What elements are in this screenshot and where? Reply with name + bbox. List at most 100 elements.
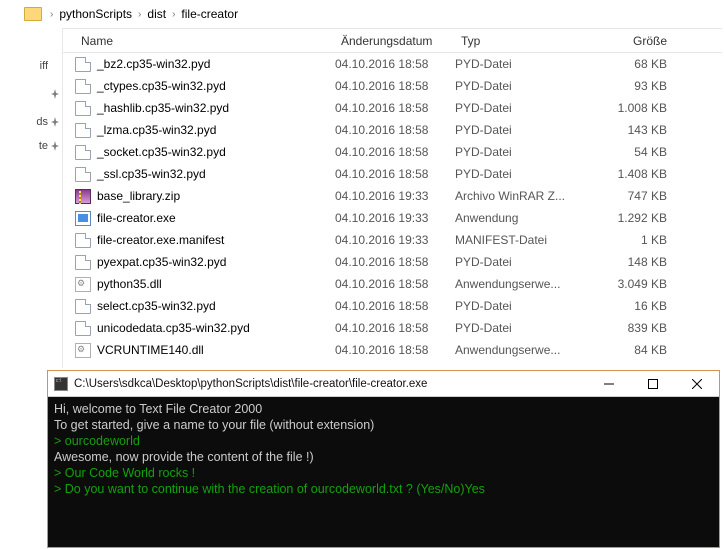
file-icon — [75, 343, 91, 358]
sidebar-item[interactable]: iff — [40, 60, 48, 72]
file-date: 04.10.2016 19:33 — [335, 211, 455, 225]
file-name: pyexpat.cp35-win32.pyd — [97, 255, 226, 269]
col-header-date[interactable]: Änderungsdatum — [335, 34, 455, 48]
file-type: PYD-Datei — [455, 101, 585, 115]
file-size: 839 KB — [585, 321, 681, 335]
file-date: 04.10.2016 18:58 — [335, 255, 455, 269]
file-type: PYD-Datei — [455, 79, 585, 93]
cmd-icon — [54, 377, 68, 391]
console-line: > Our Code World rocks ! — [54, 465, 713, 481]
file-type: Anwendungserwe... — [455, 343, 585, 357]
table-row[interactable]: _ssl.cp35-win32.pyd 04.10.2016 18:58PYD-D… — [63, 163, 722, 185]
file-date: 04.10.2016 19:33 — [335, 233, 455, 247]
table-row[interactable]: select.cp35-win32.pyd04.10.2016 18:58PYD… — [63, 295, 722, 317]
file-type: MANIFEST-Datei — [455, 233, 585, 247]
table-row[interactable]: _ctypes.cp35-win32.pyd04.10.2016 18:58PY… — [63, 75, 722, 97]
file-date: 04.10.2016 19:33 — [335, 189, 455, 203]
table-row[interactable]: _lzma.cp35-win32.pyd04.10.2016 18:58PYD-… — [63, 119, 722, 141]
console-titlebar[interactable]: C:\Users\sdkca\Desktop\pythonScripts\dis… — [48, 371, 719, 397]
col-header-size[interactable]: Größe — [585, 34, 681, 48]
chevron-right-icon: › — [48, 9, 55, 20]
sidebar-item[interactable]: ds — [36, 116, 48, 128]
file-name: file-creator.exe.manifest — [97, 233, 224, 247]
minimize-button[interactable] — [587, 371, 631, 396]
col-header-type[interactable]: Typ — [455, 34, 585, 48]
maximize-button[interactable] — [631, 371, 675, 396]
file-size: 1.008 KB — [585, 101, 681, 115]
file-size: 1.292 KB — [585, 211, 681, 225]
file-type: Archivo WinRAR Z... — [455, 189, 585, 203]
file-icon — [75, 211, 91, 226]
table-row[interactable]: unicodedata.cp35-win32.pyd04.10.2016 18:… — [63, 317, 722, 339]
file-name: _hashlib.cp35-win32.pyd — [97, 101, 229, 115]
file-name: VCRUNTIME140.dll — [97, 343, 204, 357]
console-window: C:\Users\sdkca\Desktop\pythonScripts\dis… — [47, 370, 720, 548]
file-date: 04.10.2016 18:58 — [335, 343, 455, 357]
chevron-right-icon: › — [170, 9, 177, 20]
table-row[interactable]: VCRUNTIME140.dll 04.10.2016 18:58Anwendun… — [63, 339, 722, 361]
sidebar: iff ds te — [0, 46, 56, 176]
file-size: 143 KB — [585, 123, 681, 137]
file-size: 16 KB — [585, 299, 681, 313]
file-type: PYD-Datei — [455, 167, 585, 181]
breadcrumb-seg[interactable]: file-creator — [181, 7, 238, 21]
table-row[interactable]: base_library.zip04.10.2016 19:33Archivo … — [63, 185, 722, 207]
file-type: PYD-Datei — [455, 145, 585, 159]
file-type: Anwendung — [455, 211, 585, 225]
file-size: 1.408 KB — [585, 167, 681, 181]
file-icon — [75, 233, 91, 248]
file-name: python35.dll — [97, 277, 162, 291]
file-icon — [75, 277, 91, 292]
file-size: 84 KB — [585, 343, 681, 357]
file-type: PYD-Datei — [455, 123, 585, 137]
file-icon — [75, 321, 91, 336]
table-row[interactable]: file-creator.exe.manifest 04.10.2016 19:3… — [63, 229, 722, 251]
col-header-name[interactable]: Name — [63, 34, 335, 48]
console-line: Awesome, now provide the content of the … — [54, 449, 713, 465]
pin-icon — [50, 140, 60, 150]
file-icon — [75, 299, 91, 314]
table-row[interactable]: _socket.cp35-win32.pyd04.10.2016 18:58PY… — [63, 141, 722, 163]
file-size: 54 KB — [585, 145, 681, 159]
file-date: 04.10.2016 18:58 — [335, 277, 455, 291]
file-icon — [75, 255, 91, 270]
table-row[interactable]: file-creator.exe 04.10.2016 19:33Anwendun… — [63, 207, 722, 229]
console-line: > Do you want to continue with the creat… — [54, 481, 713, 497]
table-row[interactable]: pyexpat.cp35-win32.pyd 04.10.2016 18:58PY… — [63, 251, 722, 273]
console-output[interactable]: Hi, welcome to Text File Creator 2000To … — [48, 397, 719, 549]
file-icon — [75, 145, 91, 160]
breadcrumb[interactable]: › pythonScripts › dist › file-creator — [24, 4, 238, 24]
column-headers: Name Änderungsdatum Typ Größe — [63, 29, 722, 53]
console-line: To get started, give a name to your file… — [54, 417, 713, 433]
console-line: > ourcodeworld — [54, 433, 713, 449]
file-icon — [75, 123, 91, 138]
table-row[interactable]: python35.dll04.10.2016 18:58Anwendungser… — [63, 273, 722, 295]
file-name: _ssl.cp35-win32.pyd — [97, 167, 206, 181]
table-row[interactable]: _hashlib.cp35-win32.pyd04.10.2016 18:58P… — [63, 97, 722, 119]
file-date: 04.10.2016 18:58 — [335, 145, 455, 159]
sidebar-item[interactable]: te — [39, 140, 48, 152]
file-size: 747 KB — [585, 189, 681, 203]
file-date: 04.10.2016 18:58 — [335, 79, 455, 93]
chevron-right-icon: › — [136, 9, 143, 20]
file-name: _bz2.cp35-win32.pyd — [97, 57, 210, 71]
file-date: 04.10.2016 18:58 — [335, 321, 455, 335]
pin-icon — [50, 88, 60, 98]
file-size: 3.049 KB — [585, 277, 681, 291]
file-size: 148 KB — [585, 255, 681, 269]
breadcrumb-seg[interactable]: dist — [147, 7, 166, 21]
breadcrumb-seg[interactable]: pythonScripts — [59, 7, 132, 21]
file-type: PYD-Datei — [455, 321, 585, 335]
table-row[interactable]: _bz2.cp35-win32.pyd04.10.2016 18:58PYD-D… — [63, 53, 722, 75]
file-list: Name Änderungsdatum Typ Größe _bz2.cp35-… — [62, 28, 722, 368]
file-type: PYD-Datei — [455, 57, 585, 71]
file-name: _lzma.cp35-win32.pyd — [97, 123, 216, 137]
close-button[interactable] — [675, 371, 719, 396]
file-date: 04.10.2016 18:58 — [335, 167, 455, 181]
file-icon — [75, 57, 91, 72]
folder-icon — [24, 7, 42, 21]
file-size: 1 KB — [585, 233, 681, 247]
file-name: file-creator.exe — [97, 211, 176, 225]
file-type: PYD-Datei — [455, 255, 585, 269]
file-type: PYD-Datei — [455, 299, 585, 313]
